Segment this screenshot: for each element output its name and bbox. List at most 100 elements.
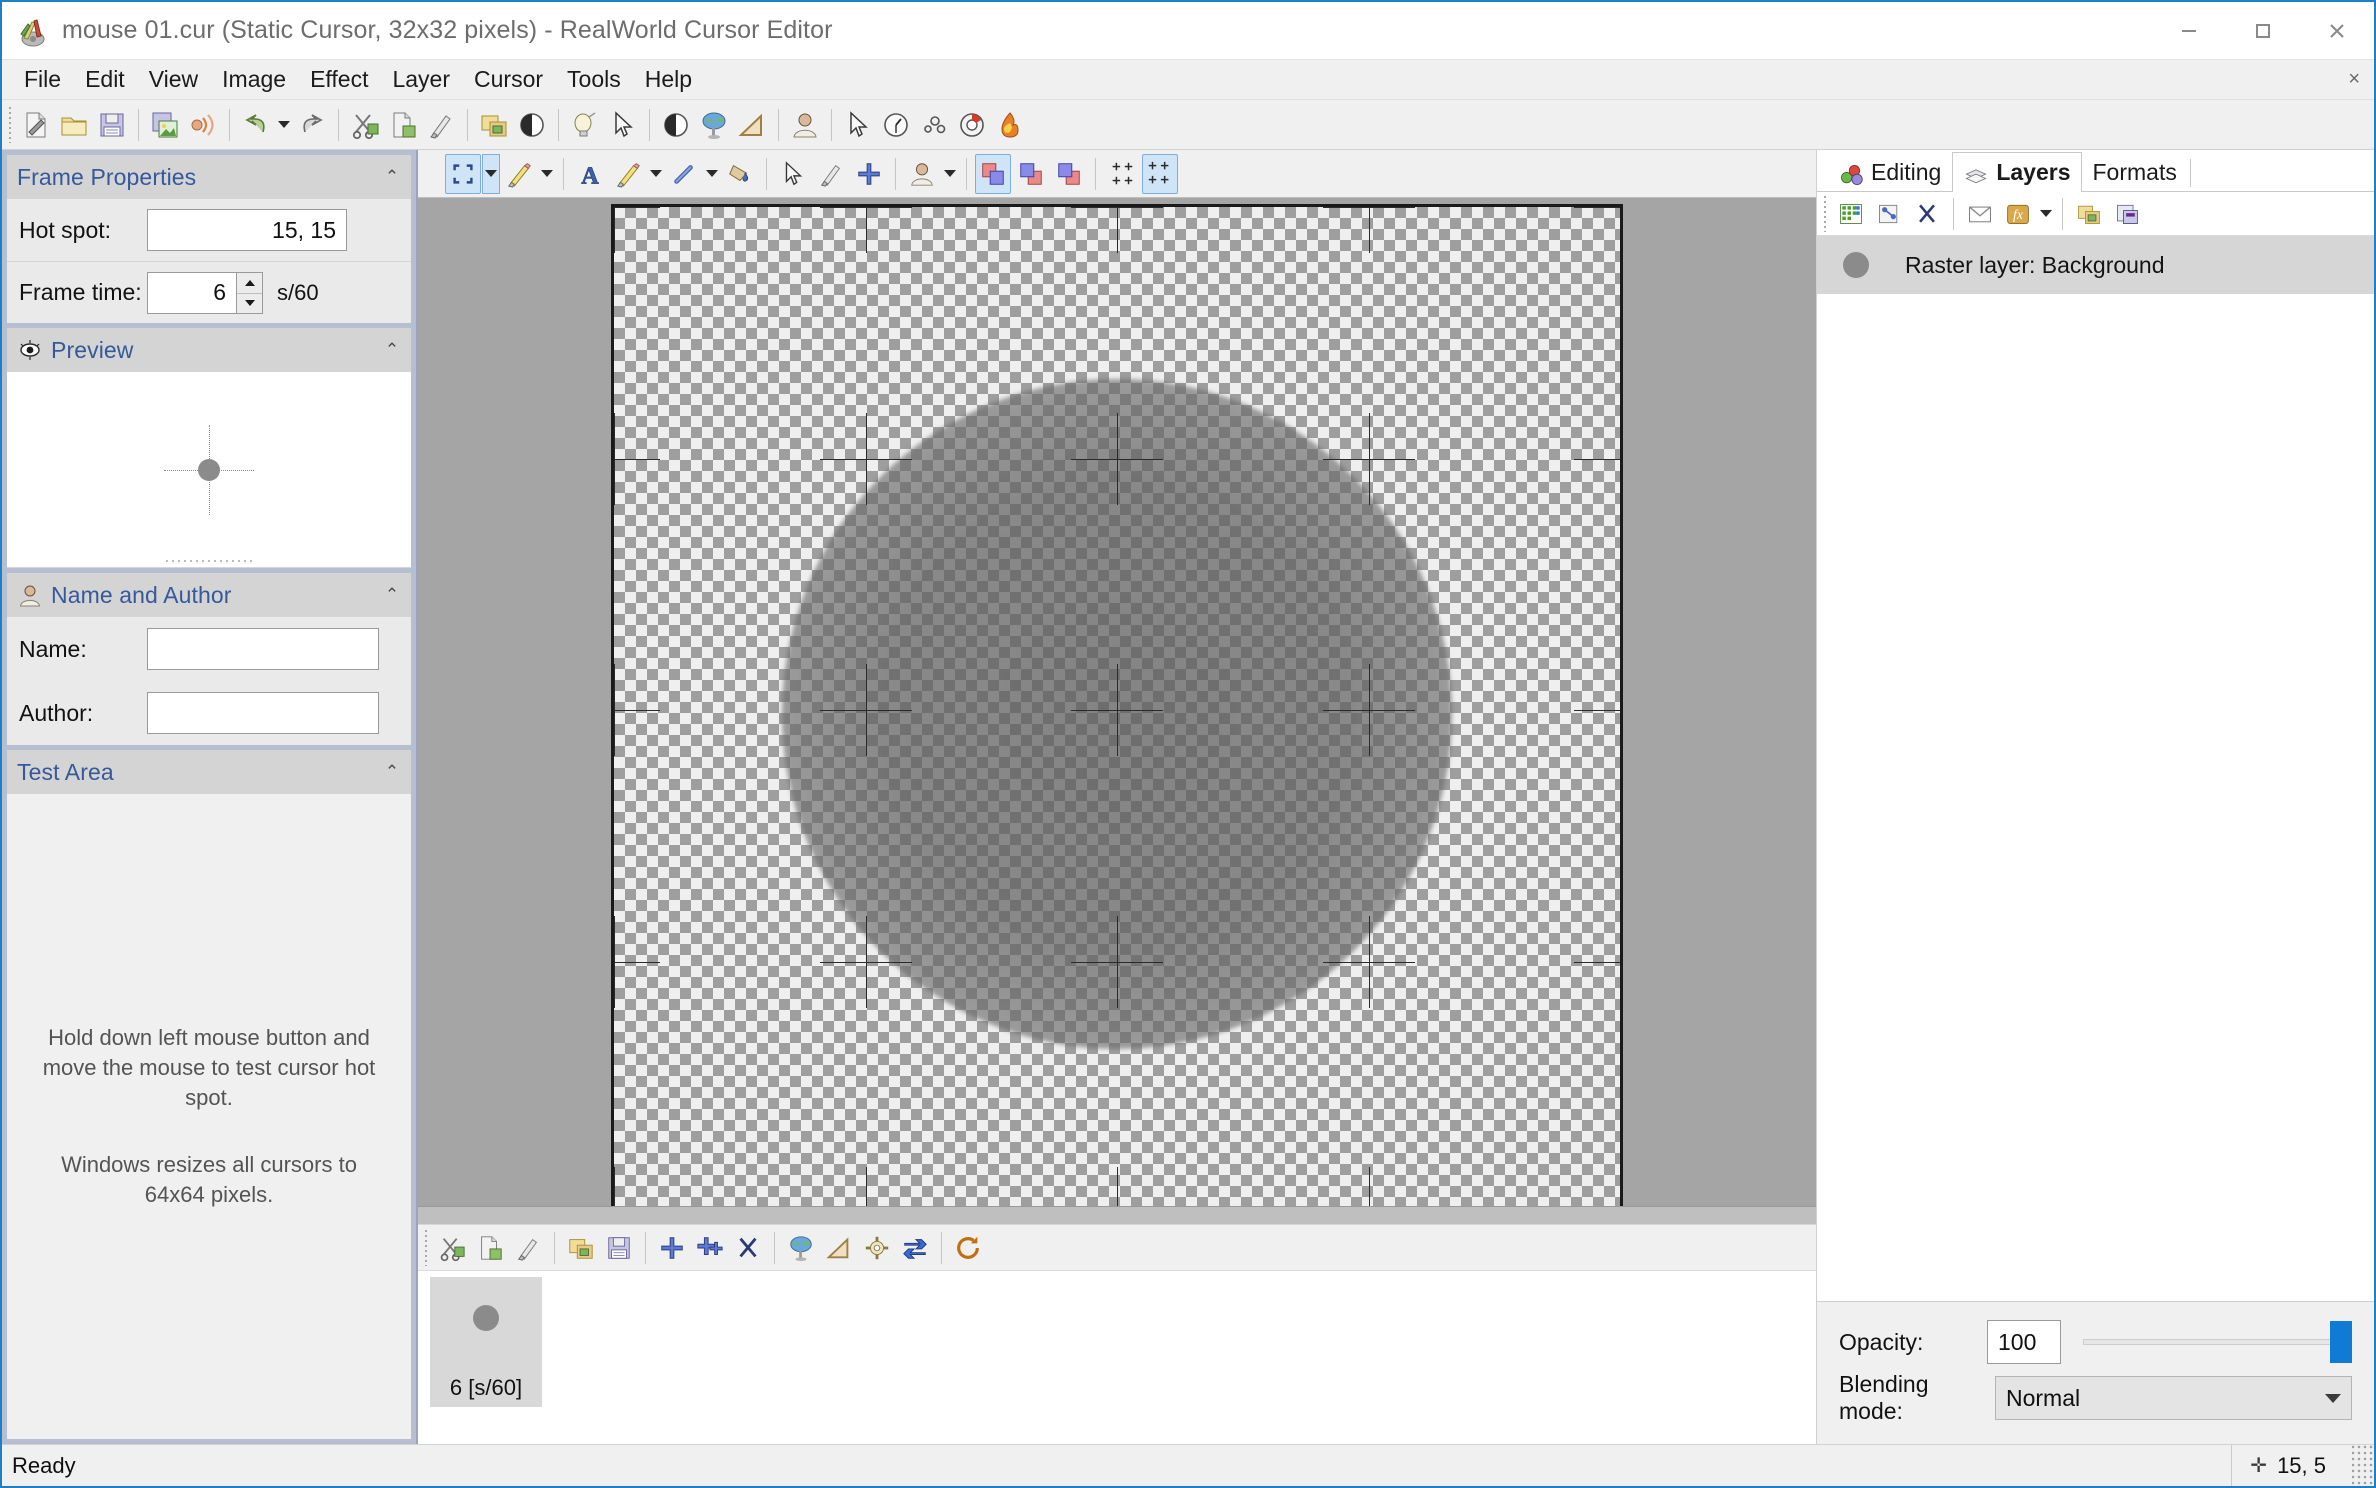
cut-frame-icon[interactable] (434, 1228, 470, 1268)
adjust-contrast-icon[interactable] (658, 105, 694, 145)
cursor-canvas[interactable] (611, 204, 1623, 1206)
line-tool-dropdown[interactable] (703, 154, 721, 194)
close-document-icon[interactable]: × (2348, 68, 2360, 91)
new-document-icon[interactable] (18, 105, 54, 145)
name-input[interactable] (147, 628, 379, 670)
tab-layers[interactable]: Layers (1952, 152, 2082, 192)
replay-animation-icon[interactable] (950, 1228, 986, 1268)
menu-file[interactable]: File (12, 63, 73, 96)
pencil-tool-dropdown[interactable] (538, 154, 556, 194)
layer-effects-icon[interactable]: fx (2000, 194, 2036, 234)
collapse-icon[interactable]: ⌃ (382, 340, 402, 360)
hot-spot-input[interactable]: 15, 15 (147, 209, 347, 251)
flame-icon[interactable] (992, 105, 1028, 145)
menu-cursor[interactable]: Cursor (462, 63, 555, 96)
toolbar-grip[interactable] (422, 1229, 430, 1266)
preview-canvas[interactable] (7, 372, 411, 568)
paste-icon[interactable] (423, 105, 459, 145)
opacity-slider[interactable] (2083, 1320, 2352, 1364)
grid-large-icon[interactable] (1142, 153, 1178, 194)
add-vector-layer-icon[interactable] (1871, 194, 1907, 234)
frame-time-stepper[interactable] (237, 271, 263, 314)
menu-edit[interactable]: Edit (73, 63, 137, 96)
redo-icon[interactable] (294, 105, 330, 145)
contrast-icon[interactable] (514, 105, 550, 145)
duplicate-frame-icon[interactable] (692, 1228, 728, 1268)
canvas-horizontal-scrollbar[interactable] (418, 1206, 1816, 1224)
resize-frame-icon[interactable] (821, 1228, 857, 1268)
frame-item[interactable]: 6 [s/60] (430, 1277, 542, 1407)
avatar-tool-dropdown[interactable] (941, 154, 959, 194)
hotspot-tool-icon[interactable] (851, 154, 887, 194)
add-raster-layer-icon[interactable] (1833, 194, 1869, 234)
layer-order-back-icon[interactable] (1051, 154, 1087, 194)
tab-editing[interactable]: Editing (1827, 153, 1952, 191)
draw-pencil-icon[interactable] (610, 154, 646, 194)
layer-manager-icon[interactable] (476, 105, 512, 145)
draw-pencil-dropdown[interactable] (647, 154, 665, 194)
collapse-icon[interactable]: ⌃ (382, 762, 402, 782)
save-icon[interactable] (94, 105, 130, 145)
delete-layer-icon[interactable] (1909, 194, 1945, 234)
menu-image[interactable]: Image (210, 63, 298, 96)
tab-formats[interactable]: Formats (2082, 153, 2188, 191)
collapse-icon[interactable]: ⌃ (382, 585, 402, 605)
layer-row[interactable]: Raster layer: Background (1817, 236, 2374, 294)
toolbar-grip[interactable] (1821, 195, 1829, 232)
stepper-up-icon[interactable] (237, 273, 262, 293)
merge-layers-icon[interactable] (2109, 194, 2145, 234)
save-as-image-icon[interactable] (147, 105, 183, 145)
publish-icon[interactable] (185, 105, 221, 145)
panel-resize-grip[interactable] (164, 558, 254, 564)
layer-order-front-icon[interactable] (975, 153, 1011, 194)
palette-icon[interactable] (783, 1228, 819, 1268)
delete-frame-icon[interactable] (730, 1228, 766, 1268)
close-button[interactable] (2300, 2, 2374, 59)
import-frames-icon[interactable] (563, 1228, 599, 1268)
transform-icon[interactable] (734, 105, 770, 145)
copy-frame-icon[interactable] (472, 1228, 508, 1268)
frames-strip[interactable]: 6 [s/60] (418, 1271, 1816, 1444)
window-resize-grip[interactable] (2352, 1445, 2374, 1486)
frame-settings-gear-icon[interactable] (859, 1228, 895, 1268)
layer-mask-icon[interactable] (1962, 194, 1998, 234)
menu-help[interactable]: Help (633, 63, 704, 96)
lifering-icon[interactable] (954, 105, 990, 145)
fill-bucket-icon[interactable] (722, 154, 758, 194)
paste-frame-icon[interactable] (510, 1228, 546, 1268)
cut-icon[interactable] (347, 105, 383, 145)
opacity-slider-thumb[interactable] (2330, 1321, 2352, 1363)
add-frame-icon[interactable] (654, 1228, 690, 1268)
menu-tools[interactable]: Tools (555, 63, 633, 96)
export-frames-icon[interactable] (601, 1228, 637, 1268)
copy-icon[interactable] (385, 105, 421, 145)
grid-small-icon[interactable] (1104, 154, 1140, 194)
pencil-tool-icon[interactable] (501, 154, 537, 194)
author-input[interactable] (147, 692, 379, 734)
canvas-viewport[interactable] (418, 198, 1816, 1206)
toolbar-grip[interactable] (6, 106, 14, 143)
menu-layer[interactable]: Layer (380, 63, 462, 96)
blending-mode-select[interactable]: Normal (1995, 1376, 2352, 1420)
collapse-icon[interactable]: ⌃ (382, 167, 402, 187)
menu-view[interactable]: View (137, 63, 210, 96)
airbrush-icon[interactable] (813, 154, 849, 194)
layer-visibility-icon[interactable] (1843, 252, 1869, 278)
menu-effect[interactable]: Effect (298, 63, 380, 96)
line-tool-icon[interactable] (666, 154, 702, 194)
stepper-down-icon[interactable] (237, 292, 262, 313)
lightbulb-icon[interactable] (567, 105, 603, 145)
group-layers-icon[interactable] (2071, 194, 2107, 234)
bubbles-icon[interactable] (916, 105, 952, 145)
test-area-surface[interactable]: Hold down left mouse button and move the… (7, 794, 411, 1439)
author-icon[interactable] (787, 105, 823, 145)
select-arrow-icon[interactable] (840, 105, 876, 145)
undo-icon[interactable] (238, 105, 274, 145)
undo-history-dropdown[interactable] (275, 105, 293, 145)
layers-list[interactable]: Raster layer: Background (1817, 236, 2374, 1301)
layer-order-middle-icon[interactable] (1013, 154, 1049, 194)
selection-tool-dropdown[interactable] (482, 153, 500, 194)
frame-time-input[interactable]: 6 (147, 271, 237, 314)
clock-icon[interactable] (878, 105, 914, 145)
reorder-frames-icon[interactable] (897, 1228, 933, 1268)
